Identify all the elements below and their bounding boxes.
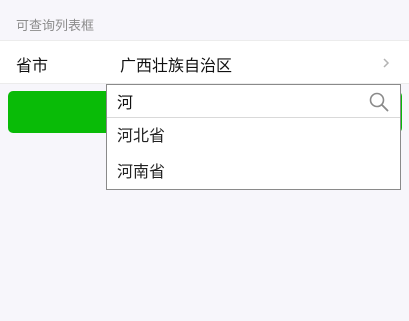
- province-city-row[interactable]: 省市 广西壮族自治区: [0, 40, 409, 84]
- option-henan[interactable]: 河南省: [107, 154, 400, 190]
- search-input[interactable]: [117, 90, 357, 112]
- row-value: 广西壮族自治区: [120, 56, 233, 75]
- search-icon[interactable]: [368, 91, 390, 113]
- chevron-right-icon: [383, 58, 390, 68]
- row-label: 省市: [16, 56, 49, 75]
- page: 可查询列表框 省市 广西壮族自治区 河北省 河南省: [0, 0, 409, 321]
- searchable-dropdown: 河北省 河南省: [106, 84, 401, 190]
- search-row: [107, 85, 400, 118]
- option-hebei[interactable]: 河北省: [107, 118, 400, 154]
- section-title: 可查询列表框: [16, 19, 95, 34]
